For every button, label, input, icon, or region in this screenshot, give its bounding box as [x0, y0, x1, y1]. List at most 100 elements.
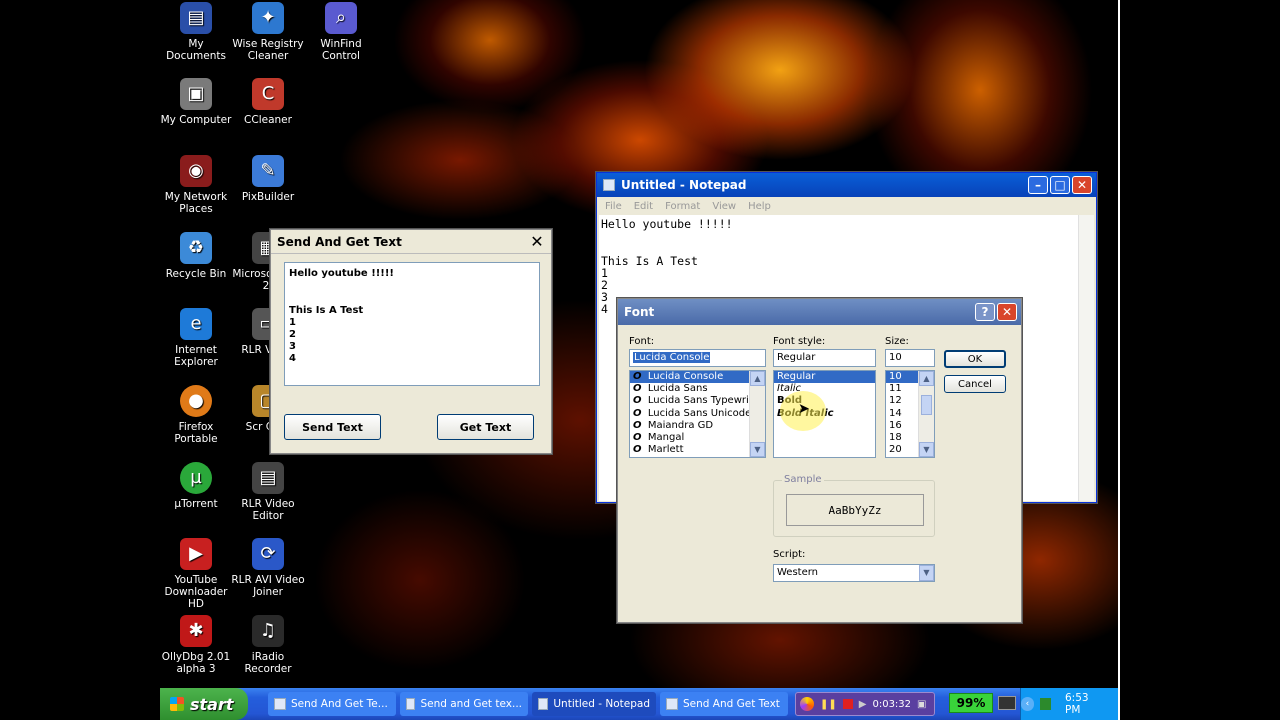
tray-collapse-icon[interactable]: ‹	[1021, 697, 1034, 711]
desktop-icon-internet-explorer[interactable]: e Internet Explorer	[160, 308, 234, 368]
font-list-item[interactable]: O Lucida Console	[630, 371, 765, 384]
computer-icon: ▣	[180, 78, 212, 110]
menu-format[interactable]: Format	[665, 201, 700, 212]
sagt-line: 4	[289, 353, 296, 365]
desktop-icon-rlr-video-editor[interactable]: ▤ RLR Video Editor	[230, 462, 306, 522]
font-list-item[interactable]: O Mangal	[630, 432, 765, 444]
recorder-logo-icon	[800, 697, 814, 711]
size-input[interactable]: 10	[885, 349, 935, 367]
desktop-icon-my-documents[interactable]: ▤ My Documents	[160, 2, 234, 62]
size-list-scrollbar[interactable]: ▲ ▼	[918, 371, 934, 457]
font-list-scrollbar[interactable]: ▲ ▼	[749, 371, 765, 457]
sagt-line: 3	[289, 341, 296, 353]
sagt-close-icon[interactable]: ✕	[527, 232, 547, 251]
registry-cleaner-icon: ✦	[252, 2, 284, 34]
notepad-scrollbar[interactable]	[1078, 215, 1094, 501]
script-select[interactable]: Western ▼	[773, 564, 935, 582]
size-list[interactable]: 10 11 12 14 16 18 20 ▲ ▼	[885, 370, 935, 458]
taskbar-item-untitled-notepad[interactable]: Untitled - Notepad	[532, 692, 656, 716]
taskbar-item-send-and-get-tex[interactable]: Send and Get tex...	[400, 692, 528, 716]
get-text-button[interactable]: Get Text	[437, 414, 534, 440]
ok-button[interactable]: OK	[944, 350, 1006, 368]
desktop-icon-my-computer[interactable]: ▣ My Computer	[160, 78, 234, 126]
desktop-icon-rlr-avi-joiner[interactable]: ⟳ RLR AVI Video Joiner	[230, 538, 306, 598]
style-list-item[interactable]: Regular	[774, 371, 875, 384]
notepad-line: Hello youtube !!!!!	[601, 217, 733, 231]
sagt-text-area[interactable]: Hello youtube !!!!! This Is A Test 1 2 3…	[284, 262, 540, 386]
taskbar-item-send-and-get-te[interactable]: Send And Get Te...	[268, 692, 396, 716]
desktop-icon-firefox-portable[interactable]: ● Firefox Portable	[160, 385, 234, 445]
chevron-down-icon[interactable]: ▼	[919, 565, 934, 581]
battery-indicator[interactable]: 99%	[949, 693, 993, 713]
scroll-up-icon[interactable]: ▲	[919, 371, 934, 386]
taskbar-item-send-and-get-text[interactable]: Send And Get Text	[660, 692, 788, 716]
menu-help[interactable]: Help	[748, 201, 771, 212]
font-list-item[interactable]: O Maiandra GD	[630, 420, 765, 432]
app-window-icon	[274, 698, 286, 710]
windows-logo-icon	[170, 697, 184, 711]
recorder-menu-icon[interactable]: ▣	[917, 699, 926, 710]
ie-icon: e	[180, 308, 212, 340]
send-text-button[interactable]: Send Text	[284, 414, 381, 440]
clock[interactable]: 6:53 PM	[1065, 692, 1104, 716]
size-list-item[interactable]: 10	[886, 371, 920, 384]
font-list[interactable]: O Lucida Console O Lucida Sans O Lucida …	[629, 370, 766, 458]
font-dialog-title: Font	[624, 305, 655, 319]
desktop-icon-iradio-recorder[interactable]: ♫ iRadio Recorder	[230, 615, 306, 675]
font-dialog-titlebar[interactable]: Font ? ✕	[618, 299, 1021, 325]
font-label: Font:	[629, 336, 655, 347]
minimize-icon[interactable]: –	[1028, 176, 1048, 194]
font-dialog-close-icon[interactable]: ✕	[997, 303, 1017, 321]
font-style-input[interactable]: Regular	[773, 349, 876, 367]
screen-recorder-widget[interactable]: ❚❚ ▶ 0:03:32 ▣	[795, 692, 935, 716]
scroll-thumb[interactable]	[921, 395, 932, 415]
sagt-titlebar[interactable]: Send And Get Text ✕	[271, 230, 551, 254]
youtube-downloader-icon: ▶	[180, 538, 212, 570]
size-label: Size:	[885, 336, 909, 347]
pause-icon[interactable]: ❚❚	[820, 699, 837, 710]
desktop-icon-my-network-places[interactable]: ◉ My Network Places	[160, 155, 234, 215]
desktop-icon-wise-registry-cleaner[interactable]: ✦ Wise Registry Cleaner	[230, 2, 306, 62]
desktop-icon-utorrent[interactable]: µ µTorrent	[160, 462, 234, 510]
menu-file[interactable]: File	[605, 201, 622, 212]
desktop-icon-ollydbg[interactable]: ✱ OllyDbg 2.01 alpha 3	[160, 615, 234, 675]
font-style-label: Font style:	[773, 336, 826, 347]
stop-icon[interactable]	[842, 699, 853, 709]
scroll-down-icon[interactable]: ▼	[919, 442, 934, 457]
network-icon: ◉	[180, 155, 212, 187]
font-style-list[interactable]: Regular Italic Bold Bold Italic ➤	[773, 370, 876, 458]
iradio-icon: ♫	[252, 615, 284, 647]
maximize-icon[interactable]: □	[1050, 176, 1070, 194]
font-list-item[interactable]: O Lucida Sans	[630, 383, 765, 395]
desktop-icon-winfind-control[interactable]: ⌕ WinFind Control	[303, 2, 379, 62]
documents-icon: ▤	[180, 2, 212, 34]
menu-edit[interactable]: Edit	[634, 201, 653, 212]
notepad-app-icon	[603, 179, 615, 191]
cancel-button[interactable]: Cancel	[944, 375, 1006, 393]
help-icon[interactable]: ?	[975, 303, 995, 321]
desktop-icon-youtube-downloader[interactable]: ▶ YouTube Downloader HD	[160, 538, 234, 610]
notepad-line: 2	[601, 277, 608, 292]
tray-app-icon[interactable]	[1039, 698, 1051, 710]
font-list-item[interactable]: O Lucida Sans Typewrite	[630, 395, 765, 407]
scroll-up-icon[interactable]: ▲	[750, 371, 765, 386]
notepad-icon	[538, 698, 549, 710]
font-name-input[interactable]: Lucida Console	[629, 349, 766, 367]
firefox-icon: ●	[180, 385, 212, 417]
sample-preview: AaBbYyZz	[786, 494, 924, 526]
notepad-line: 1	[601, 265, 608, 280]
winfind-icon: ⌕	[325, 2, 357, 34]
close-icon[interactable]: ✕	[1072, 176, 1092, 194]
font-list-item[interactable]: O Lucida Sans Unicode	[630, 408, 765, 420]
start-button[interactable]: start	[160, 688, 248, 720]
desktop-icon-pixbuilder[interactable]: ✎ PixBuilder	[230, 155, 306, 203]
scroll-down-icon[interactable]: ▼	[750, 442, 765, 457]
sagt-line: 1	[289, 316, 296, 328]
desktop-icon-recycle-bin[interactable]: ♻ Recycle Bin	[160, 232, 234, 280]
script-label: Script:	[773, 549, 806, 560]
notepad-titlebar[interactable]: Untitled - Notepad – □ ✕	[597, 173, 1096, 197]
menu-view[interactable]: View	[712, 201, 736, 212]
desktop-icon-ccleaner[interactable]: C CCleaner	[230, 78, 306, 126]
font-list-item[interactable]: O Marlett	[630, 444, 765, 456]
play-icon[interactable]: ▶	[859, 699, 867, 710]
